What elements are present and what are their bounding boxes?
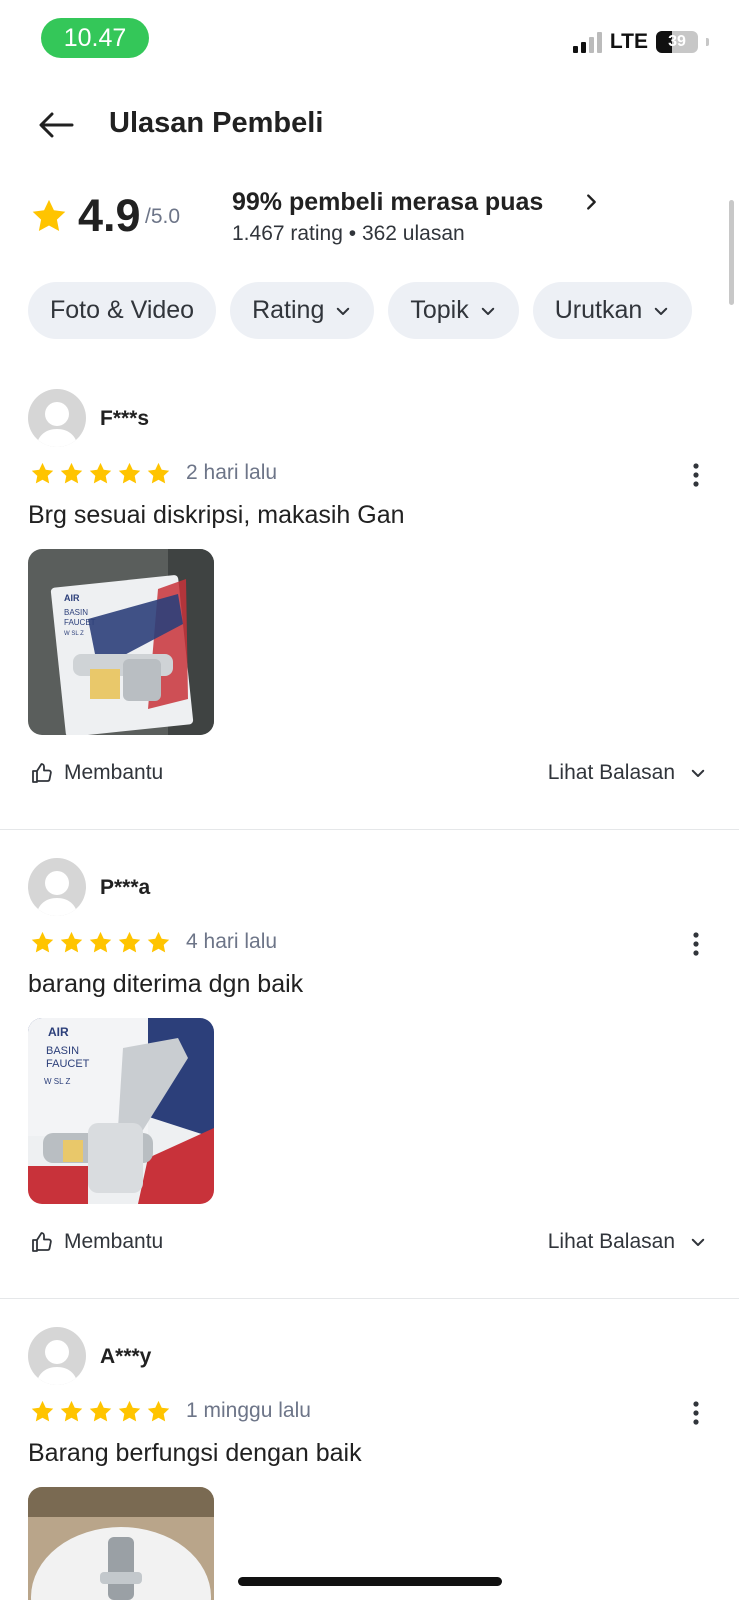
helpful-button[interactable]: Membantu [30,1230,163,1254]
chevron-down-icon [337,307,350,315]
avatar [28,858,86,916]
more-vertical-icon [693,463,699,487]
filter-chip-topic[interactable]: Topik [388,282,519,339]
helpful-label: Membantu [64,1230,164,1253]
avatar-placeholder-icon [36,1340,78,1385]
review-photo[interactable]: AIR BASIN FAUCET W SL Z [28,549,214,735]
star-icon [118,1400,141,1422]
thumbs-up-icon [32,1232,52,1252]
more-vertical-icon [693,932,699,956]
reviewer-name: F***s [100,407,150,430]
avatar [28,1327,86,1385]
star-icon [31,931,54,953]
chevron-down-icon [481,307,494,315]
star-icon [147,931,170,953]
filter-chip-sort[interactable]: Urutkan [532,282,693,339]
scrollbar[interactable] [729,200,734,305]
star-icon [32,199,66,232]
chevron-down-icon [691,769,705,777]
network-label: LTE [609,30,648,53]
star-icon [60,931,83,953]
filter-label: Urutkan [554,296,643,324]
star-icon [118,931,141,953]
battery-level: 39 [668,33,686,50]
status-bar: 10.47 LTE 39 [0,0,739,80]
chevron-down-icon [655,307,668,315]
see-reply-button[interactable]: Lihat Balasan [548,761,707,785]
more-vertical-icon [693,1401,699,1425]
star-icon [89,1400,112,1422]
star-icon [31,1400,54,1422]
see-reply-button[interactable]: Lihat Balasan [548,1230,707,1254]
filter-bar: Foto & Video Rating Topik Urutkan [28,282,693,339]
star-rating [30,1399,171,1424]
review-photo[interactable]: AIR BASIN FAUCET W SL Z [28,1018,214,1204]
battery-icon: 39 [656,31,698,53]
star-rating [30,461,171,486]
status-time: 10.47 [41,18,149,58]
photo-label: AIR [64,593,80,603]
review-text: Barang berfungsi dengan baik [28,1439,362,1467]
divider [0,829,739,830]
header: Ulasan Pembeli [0,95,739,155]
score-max: /5.0 [145,205,181,228]
filter-label: Rating [252,296,325,324]
photo-label: FAUCET [46,1058,90,1070]
review-text: Brg sesuai diskripsi, makasih Gan [28,501,405,529]
filter-chip-rating[interactable]: Rating [230,282,375,339]
see-reply-label: Lihat Balasan [547,761,675,784]
filter-label: Topik [410,296,469,324]
rating-summary: 4.9 /5.0 99% pembeli merasa puas 1.467 r… [0,185,739,255]
review-text: barang diterima dgn baik [28,970,304,998]
star-icon [118,462,141,484]
avatar [28,389,86,447]
star-icon [31,462,54,484]
photo-label: AIR [48,1025,69,1039]
average-score: 4.9 [78,190,141,241]
review-date: 1 minggu lalu [186,1399,311,1422]
photo-label: W SL Z [44,1077,70,1086]
star-rating [30,930,171,955]
star-icon [89,462,112,484]
review-date: 2 hari lalu [186,461,278,484]
reviewer-name: P***a [100,876,151,899]
home-indicator[interactable] [238,1577,502,1586]
status-indicators: LTE 39 [572,30,709,54]
more-options-button[interactable] [680,459,712,491]
divider [0,1298,739,1299]
back-button[interactable] [34,103,78,147]
star-icon [147,1400,170,1422]
photo-label: W SL Z [64,631,84,637]
avatar-placeholder-icon [36,402,78,447]
filter-label: Foto & Video [50,296,195,324]
thumbs-up-icon [32,763,52,783]
reviewer-name: A***y [100,1345,152,1368]
helpful-label: Membantu [64,761,164,784]
photo-label: BASIN [64,608,88,617]
filter-chip-photo-video[interactable]: Foto & Video [28,282,217,339]
helpful-button[interactable]: Membantu [30,761,163,785]
more-options-button[interactable] [680,1397,712,1429]
photo-label: BASIN [46,1045,79,1057]
review-date: 4 hari lalu [186,930,278,953]
photo-label: FAUCET [64,618,96,627]
rating-counts: 1.467 rating • 362 ulasan [232,222,465,245]
review-photo[interactable] [28,1487,214,1600]
more-options-button[interactable] [680,928,712,960]
back-arrow-icon [39,112,74,138]
star-icon [89,931,112,953]
chevron-down-icon [691,1238,705,1246]
chevron-right-icon[interactable] [580,191,602,213]
star-icon [147,462,170,484]
star-icon [60,462,83,484]
see-reply-label: Lihat Balasan [547,1230,675,1253]
satisfaction-link[interactable]: 99% pembeli merasa puas [232,188,543,217]
star-icon [60,1400,83,1422]
signal-icon [572,31,602,53]
page-title: Ulasan Pembeli [109,107,324,139]
avatar-placeholder-icon [36,871,78,916]
